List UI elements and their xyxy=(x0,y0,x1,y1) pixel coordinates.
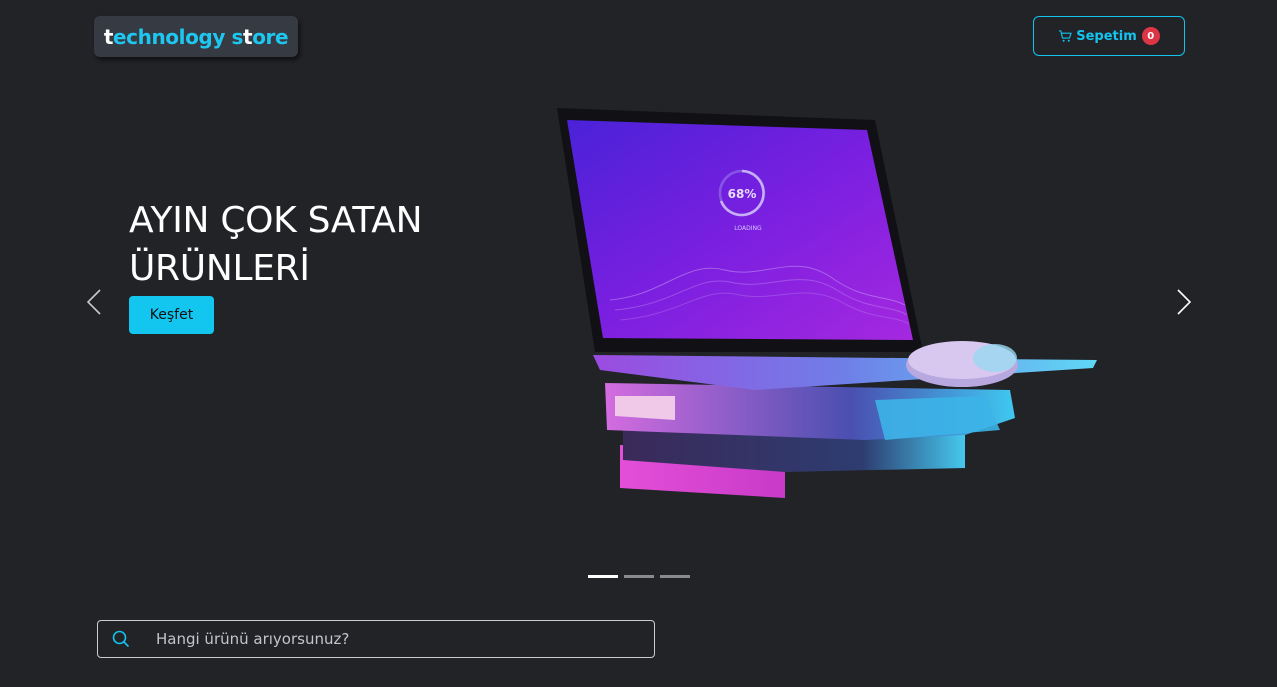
laptop-books-image: 68% LOADING xyxy=(557,108,1097,498)
logo-text-part1: echnology s xyxy=(112,24,244,49)
slide-title: AYIN ÇOK SATAN ÜRÜNLERİ xyxy=(129,200,423,289)
cart-button[interactable]: Sepetim 0 xyxy=(1033,16,1185,56)
logo-letter-white: t xyxy=(103,24,114,49)
carousel-indicator-2[interactable] xyxy=(624,575,654,578)
explore-button[interactable]: Keşfet xyxy=(129,296,214,334)
brand-logo[interactable]: t echnology s t ore xyxy=(94,16,298,57)
search-input[interactable] xyxy=(154,629,654,649)
page: t echnology s t ore Sepetim 0 68% LOADIN… xyxy=(0,0,1277,687)
carousel-next-icon[interactable] xyxy=(1172,286,1196,318)
logo-letter-white-2: t xyxy=(243,24,253,49)
carousel-indicator-1[interactable] xyxy=(588,575,618,578)
carousel-indicator-3[interactable] xyxy=(660,575,690,578)
search-box xyxy=(97,620,655,658)
search-icon xyxy=(112,630,130,648)
screen-percent: 68% xyxy=(728,187,757,201)
cart-label: Sepetim xyxy=(1076,28,1137,44)
hero-carousel: 68% LOADING AYIN ÇOK SATAN ÜRÜNLERİ Keşf… xyxy=(0,80,1277,590)
screen-status: LOADING xyxy=(734,225,762,232)
logo-text-part2: ore xyxy=(252,24,289,49)
cart-icon xyxy=(1059,29,1072,42)
carousel-prev-icon[interactable] xyxy=(82,286,106,318)
cart-count-badge: 0 xyxy=(1141,27,1160,45)
carousel-indicators xyxy=(588,575,690,578)
